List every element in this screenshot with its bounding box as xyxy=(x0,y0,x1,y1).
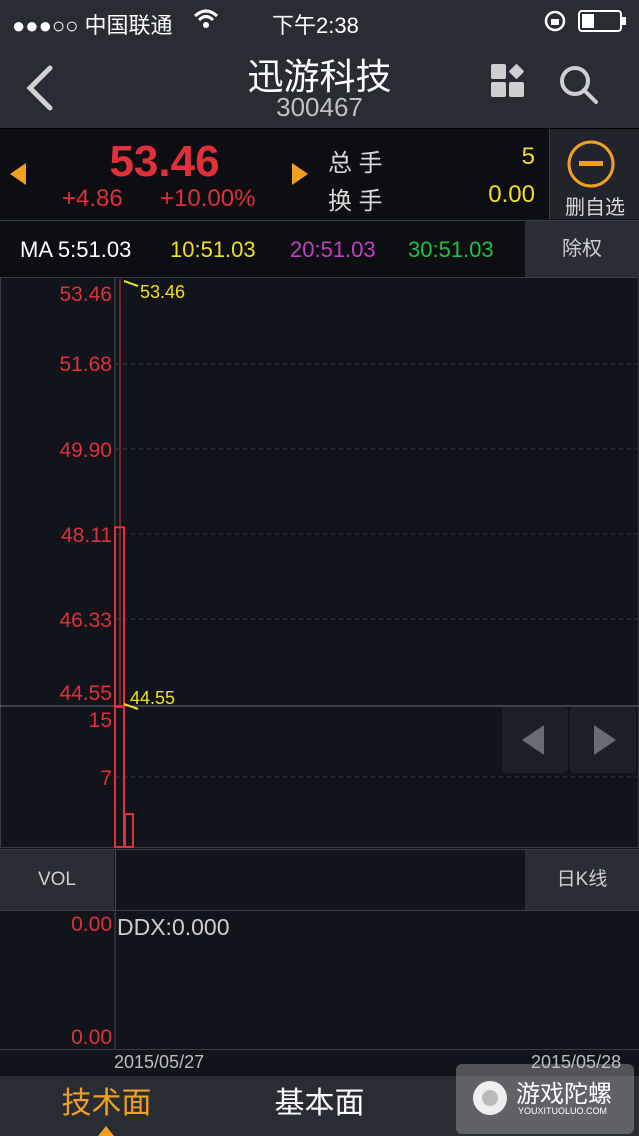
tab-technical[interactable]: 技术面 xyxy=(0,1076,213,1136)
total-volume-label: 总 手 xyxy=(328,150,383,177)
grid-button[interactable] xyxy=(489,64,529,109)
kline-chart[interactable]: 53.46 51.68 49.90 48.11 46.33 44.55 53.4… xyxy=(0,277,639,849)
remove-favorite-button[interactable]: 删自选 xyxy=(549,129,639,219)
search-icon xyxy=(560,66,598,104)
price-change-percent: +10.00% xyxy=(160,185,256,212)
tab-fundamental-label: 基本面 xyxy=(274,1087,365,1120)
price-tick: 49.90 xyxy=(59,439,112,462)
gyroscope-logo-icon xyxy=(473,1081,507,1115)
volume-tick: 15 xyxy=(88,709,112,732)
triangle-left-icon xyxy=(10,163,26,185)
scroll-right-button[interactable] xyxy=(570,707,636,773)
clock-label: 下午2:38 xyxy=(272,13,359,38)
rotation-lock-icon xyxy=(543,9,567,39)
vol-indicator-button[interactable]: VOL xyxy=(0,850,114,910)
moving-average-row: MA 5:51.03 10:51.03 20:51.03 30:51.03 xyxy=(0,220,525,278)
ma30-label: 30:51.03 xyxy=(408,237,494,262)
nav-bar: 迅游科技 300467 xyxy=(0,42,639,129)
watermark-name: 游戏陀螺 xyxy=(516,1081,612,1108)
turnover-label: 换 手 xyxy=(328,188,383,215)
prev-stock-button[interactable] xyxy=(8,161,28,192)
status-bar: ●●●○○ 中国联通 下午2:38 xyxy=(0,0,639,42)
remove-favorite-label: 删自选 xyxy=(565,197,625,219)
price-tick: 48.11 xyxy=(61,524,112,547)
ma20-label: 20:51.03 xyxy=(290,237,376,262)
tab-fundamental[interactable]: 基本面 xyxy=(213,1076,426,1136)
search-button[interactable] xyxy=(558,64,600,111)
triangle-right-icon xyxy=(594,725,616,755)
volume-tick: 7 xyxy=(100,767,112,790)
ma10-label: 10:51.03 xyxy=(170,237,256,262)
scroll-left-button[interactable] xyxy=(502,707,568,773)
ddx-top-tick: 0.00 xyxy=(71,913,112,936)
bottom-tab-bar: 技术面 基本面 游戏陀螺 YOUXITUOLUO.COM xyxy=(0,1064,639,1136)
price-tick: 44.55 xyxy=(59,682,112,705)
ex-rights-label: 除权 xyxy=(562,238,602,260)
divider xyxy=(115,850,116,910)
carrier-label: ●●●○○ 中国联通 xyxy=(12,13,173,38)
turnover-value: 0.00 xyxy=(488,181,535,208)
next-stock-button[interactable] xyxy=(290,161,310,192)
price-change: +4.86 xyxy=(62,185,123,212)
current-price: 53.46 xyxy=(109,137,220,186)
minus-circle-icon xyxy=(567,140,615,188)
ddx-label: DDX:0.000 xyxy=(117,914,230,940)
watermark: 游戏陀螺 YOUXITUOLUO.COM xyxy=(456,1064,634,1134)
indicator-bar: VOL 日K线 xyxy=(0,849,639,911)
quote-panel: 53.46 +4.86 +10.00% 总 手 5 换 手 0.00 xyxy=(0,129,549,219)
price-tick: 46.33 xyxy=(59,609,112,632)
triangle-right-icon xyxy=(292,163,308,185)
ddx-panel: 0.00 0.00 DDX:0.000 xyxy=(0,910,639,1050)
triangle-up-icon xyxy=(98,1126,114,1136)
price-tick: 51.68 xyxy=(59,353,112,376)
daily-kline-button[interactable]: 日K线 xyxy=(525,850,639,910)
wifi-icon xyxy=(193,8,219,36)
high-price-label: 53.46 xyxy=(140,282,186,302)
stock-code: 300467 xyxy=(276,92,363,122)
ddx-bottom-tick: 0.00 xyxy=(71,1026,112,1049)
low-price-label: 44.55 xyxy=(130,688,176,708)
watermark-domain: YOUXITUOLUO.COM xyxy=(518,1106,608,1116)
triangle-left-icon xyxy=(522,725,544,755)
ex-rights-button[interactable]: 除权 xyxy=(525,220,639,278)
battery-icon xyxy=(578,10,628,38)
price-tick: 53.46 xyxy=(59,283,112,306)
total-volume-value: 5 xyxy=(521,143,535,170)
start-date: 2015/05/27 xyxy=(114,1052,205,1072)
ma5-label: MA 5:51.03 xyxy=(20,237,132,262)
grid-icon xyxy=(491,64,524,97)
